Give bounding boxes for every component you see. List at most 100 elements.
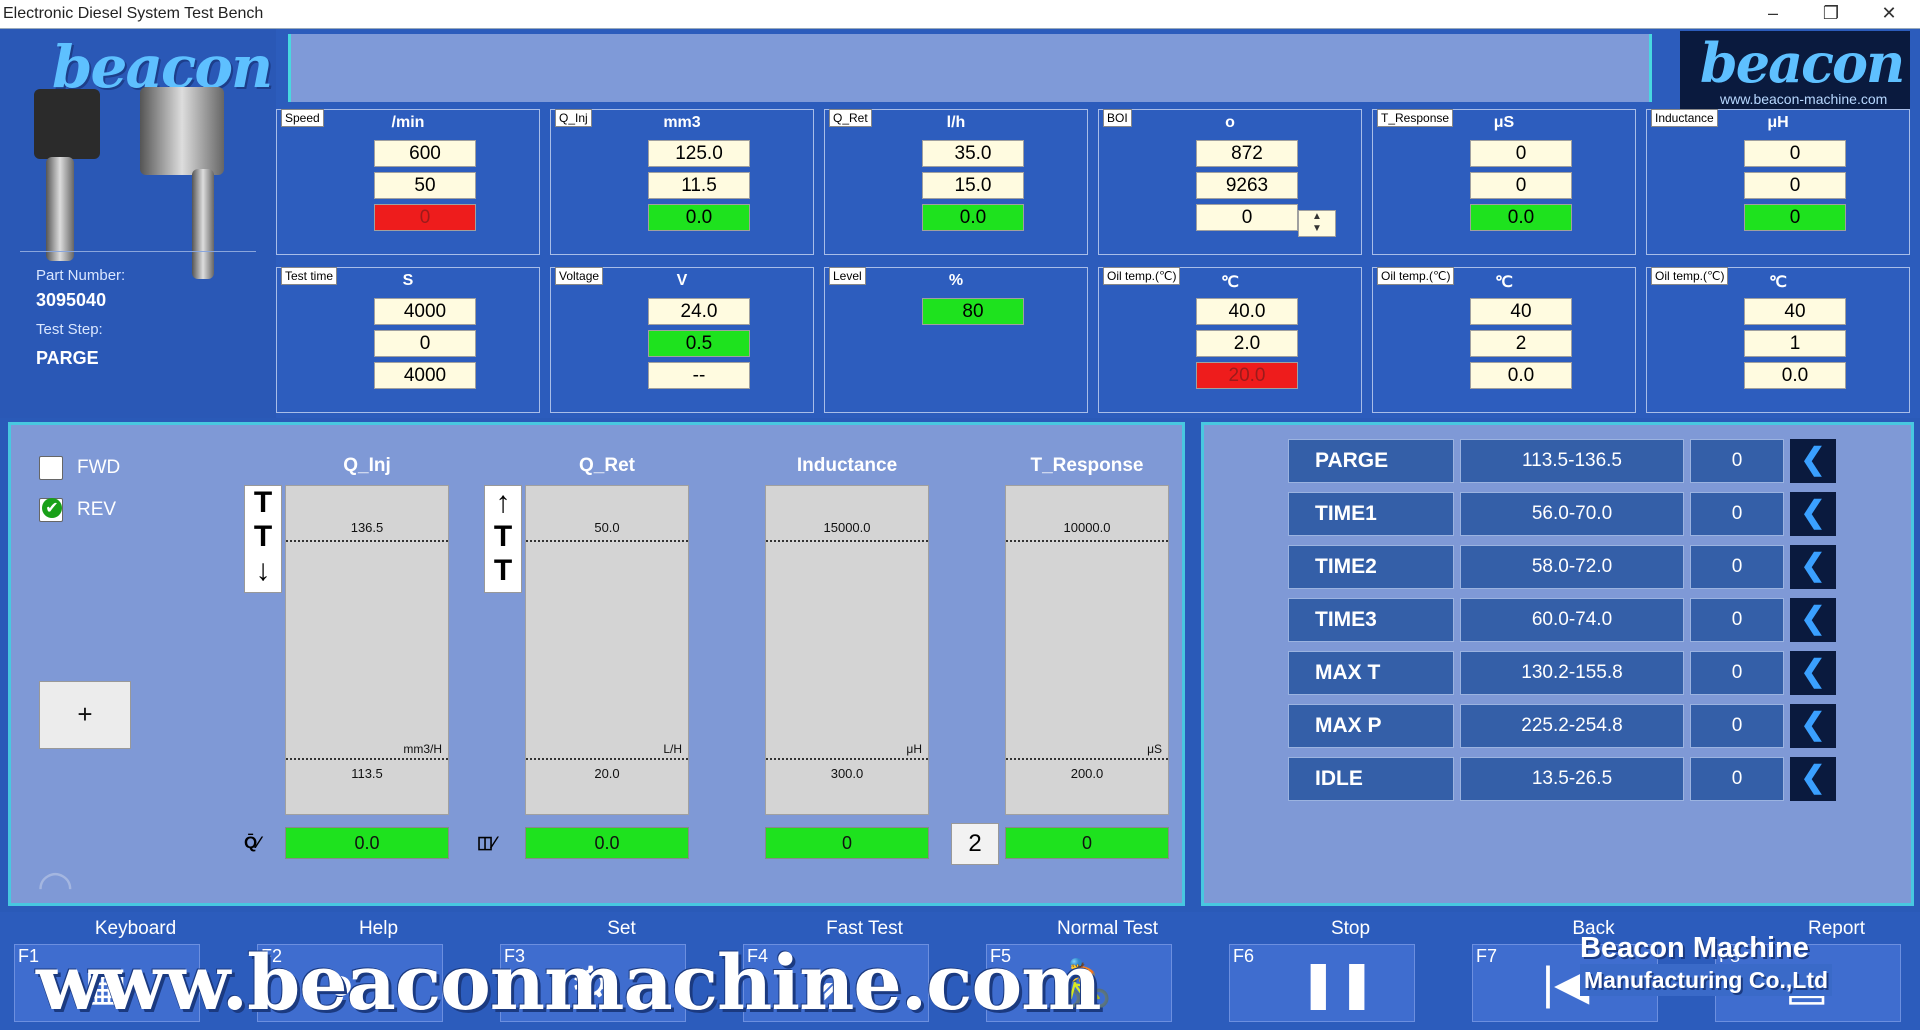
reading-panel: Q_Inj mm3 125.0 11.5 0.0 [550,109,814,255]
panel-value[interactable]: 0 [1744,140,1846,167]
readings-area: beacon Part Number: 3095040 Test Step: P… [0,29,1920,418]
panel-unit: μH [1767,114,1789,131]
gauge-unit: L/H [663,742,682,756]
reading-panel: Inductance μH 0 0 0 [1646,109,1910,255]
spin-stepper[interactable]: ▲ ▼ [1298,210,1336,237]
result-value: 0 [1690,651,1784,695]
chevron-left-icon[interactable]: ❮ [1790,545,1836,589]
reading-panel: Oil temp.(℃) ℃ 40 2 0.0 [1372,267,1636,413]
reading-panel: Test time S 4000 0 4000 [276,267,540,413]
brand-url: www.beacon-machine.com [1720,91,1888,107]
result-name: IDLE [1288,757,1454,801]
test-step: PARGE [36,348,99,368]
panel-value[interactable]: 9263 [1196,172,1298,199]
panel-value[interactable]: 4000 [374,298,476,325]
panel-value[interactable]: 0 [1744,204,1846,231]
panel-value[interactable]: 0 [1470,140,1572,167]
gauge-min: 20.0 [594,766,620,781]
panel-value[interactable]: 0 [1196,204,1298,231]
result-range: 58.0-72.0 [1460,545,1684,589]
panel-value[interactable]: 2 [1470,330,1572,357]
panel-value[interactable]: 0.5 [648,330,750,357]
panel-value[interactable]: 600 [374,140,476,167]
wifi-icon: ◠ [37,862,74,909]
result-range: 113.5-136.5 [1460,439,1684,483]
gauge-title: Inductance [796,455,898,476]
reading-panel: Oil temp.(℃) ℃ 40.0 2.0 20.0 [1098,267,1362,413]
injection-direction-icon: T T ↓ [244,485,282,593]
fwd-checkbox[interactable] [39,456,63,480]
panel-value[interactable]: 0.0 [648,204,750,231]
panel-value[interactable]: -- [648,362,750,389]
chevron-left-icon[interactable]: ❮ [1790,757,1836,801]
test-step-label: Test Step: [36,321,103,338]
gauge-min: 300.0 [830,766,864,781]
result-row: MAX T 130.2-155.8 0 ❮ [1288,651,1838,695]
panel-value[interactable]: 4000 [374,362,476,389]
minimize-button[interactable]: – [1744,0,1802,29]
panel-value[interactable]: 125.0 [648,140,750,167]
panel-value[interactable]: 40 [1470,298,1572,325]
result-name: MAX P [1288,704,1454,748]
fwd-option[interactable]: FWD [39,455,120,481]
panel-value[interactable]: 0 [1744,172,1846,199]
result-name: TIME3 [1288,598,1454,642]
restore-button[interactable]: ❐ [1802,0,1860,29]
chevron-left-icon[interactable]: ❮ [1790,651,1836,695]
gauge-min-line [1006,758,1168,760]
panel-unit: V [676,272,688,289]
reading-panel: Level% 80 [824,267,1088,413]
panel-value[interactable]: 0.0 [922,204,1024,231]
result-row: MAX P 225.2-254.8 0 ❮ [1288,704,1838,748]
chevron-left-icon[interactable]: ❮ [1790,439,1836,483]
result-row: TIME3 60.0-74.0 0 ❮ [1288,598,1838,642]
chevron-left-icon[interactable]: ❮ [1790,492,1836,536]
window-title: Electronic Diesel System Test Bench [3,5,264,22]
panel-value[interactable]: 0 [374,330,476,357]
result-range: 60.0-74.0 [1460,598,1684,642]
brand-name: beacon [1700,31,1905,95]
panel-value[interactable]: 0.0 [1470,204,1572,231]
panel-value[interactable]: 11.5 [648,172,750,199]
panel-value[interactable]: 80 [922,298,1024,325]
panel-value[interactable]: 1 [1744,330,1846,357]
gauge-max: 50.0 [594,520,620,535]
panel-value[interactable]: 50 [374,172,476,199]
panel-value[interactable]: 0.0 [1470,362,1572,389]
status-strip [288,34,1652,102]
result-value: 0 [1690,704,1784,748]
chevron-left-icon[interactable]: ❮ [1790,704,1836,748]
gauge-value: 0.0 [525,827,689,859]
panel-value[interactable]: 0 [1470,172,1572,199]
result-name: TIME2 [1288,545,1454,589]
add-button[interactable]: + [39,681,131,749]
rev-checkbox[interactable] [39,498,63,522]
result-value: 0 [1690,757,1784,801]
panel-unit: ℃ [1495,274,1513,291]
gauge-max: 136.5 [350,520,384,535]
panel-value[interactable]: 0.0 [1744,362,1846,389]
panel-unit: μS [1493,114,1515,131]
close-button[interactable]: ✕ [1860,0,1918,29]
chevron-left-icon[interactable]: ❮ [1790,598,1836,642]
panel-value[interactable]: 2.0 [1196,330,1298,357]
result-range: 13.5-26.5 [1460,757,1684,801]
panel-value[interactable]: 0 [374,204,476,231]
panel-unit: % [948,272,964,289]
panel-value[interactable]: 15.0 [922,172,1024,199]
watermark-site: www.beaconmachine.com [36,938,1102,1027]
panel-value[interactable]: 40.0 [1196,298,1298,325]
panel-value[interactable]: 24.0 [648,298,750,325]
panel-unit: mm3 [663,114,701,131]
gauge-max-line [766,540,928,542]
panel-value[interactable]: 20.0 [1196,362,1298,389]
return-direction-icon: ↑ T T [484,485,522,593]
count-box[interactable]: 2 [951,823,999,865]
panel-value[interactable]: 40 [1744,298,1846,325]
gauge-value: 0.0 [285,827,449,859]
gauge-max-line [286,540,448,542]
result-row: PARGE 113.5-136.5 0 ❮ [1288,439,1838,483]
panel-value[interactable]: 872 [1196,140,1298,167]
panel-value[interactable]: 35.0 [922,140,1024,167]
rev-option[interactable]: REV [39,497,120,523]
